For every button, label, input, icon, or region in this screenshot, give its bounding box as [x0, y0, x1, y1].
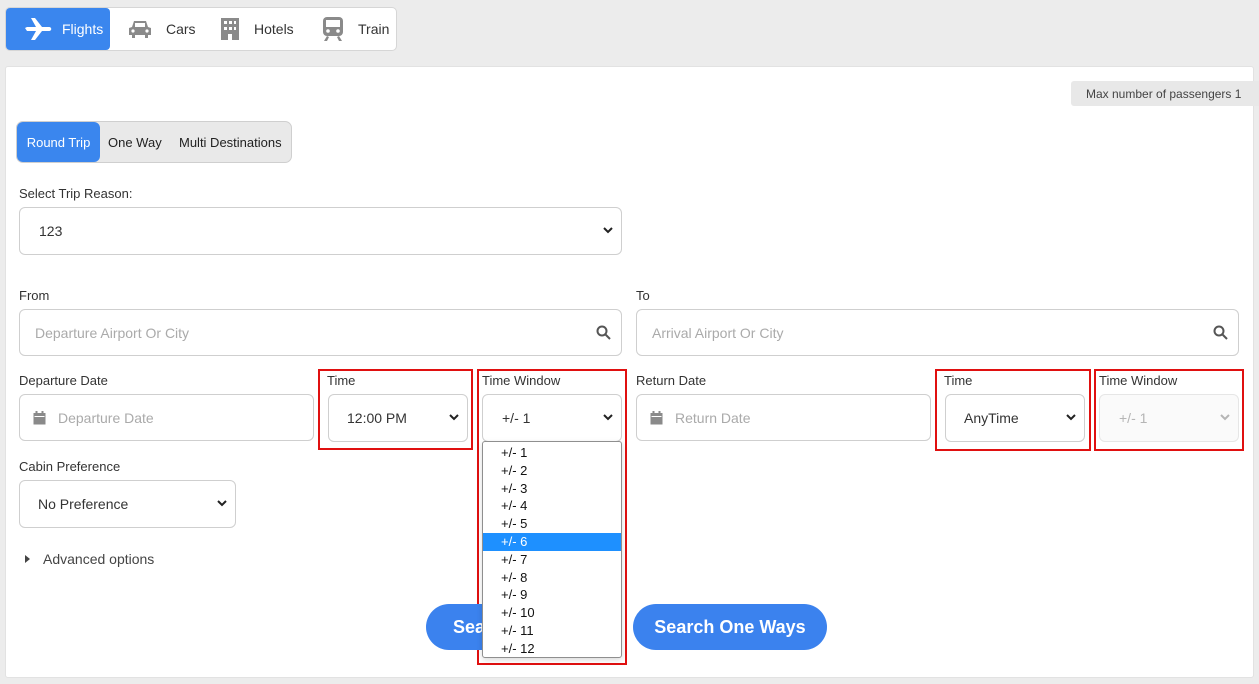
search-one-ways-label: Search One Ways [654, 616, 806, 637]
one-way-button[interactable]: One Way [108, 122, 168, 162]
tab-cars-label: Cars [166, 21, 196, 37]
return-time-window-value: +/- 1 [1119, 410, 1148, 426]
tab-train[interactable]: Train [322, 8, 396, 50]
departure-time-select[interactable]: 12:00 PM [328, 394, 468, 442]
departure-date-input[interactable]: Departure Date [19, 394, 314, 441]
tab-hotels[interactable]: Hotels [220, 8, 310, 50]
trip-reason-value: 123 [39, 223, 63, 239]
search-round-trip-label: Sea [453, 616, 486, 637]
time-window-option[interactable]: +/- 1 [483, 444, 621, 462]
time-window-option[interactable]: +/- 11 [483, 622, 621, 640]
multi-destinations-button[interactable]: Multi Destinations [179, 122, 289, 162]
time-window-option[interactable]: +/- 4 [483, 497, 621, 515]
time-window-option[interactable]: +/- 12 [483, 640, 621, 657]
chevron-down-icon [449, 414, 459, 421]
departure-time-label: Time [327, 373, 356, 388]
search-one-ways-button[interactable]: Search One Ways [633, 604, 827, 650]
advanced-options-label: Advanced options [43, 551, 155, 567]
search-icon [596, 325, 611, 340]
chevron-down-icon [603, 227, 613, 234]
calendar-icon [33, 410, 46, 424]
chevron-down-icon [603, 414, 613, 421]
tab-cars[interactable]: Cars [128, 8, 208, 50]
tab-hotels-label: Hotels [254, 21, 294, 37]
caret-right-icon [25, 555, 30, 563]
return-time-window-label: Time Window [1099, 373, 1178, 388]
tab-flights[interactable]: Flights [6, 8, 110, 50]
chevron-down-icon [217, 500, 227, 507]
time-window-dropdown-list: +/- 1 +/- 2 +/- 3 +/- 4 +/- 5 +/- 6 +/- 7 +/- 8… [482, 441, 622, 658]
departure-date-placeholder: Departure Date [58, 409, 154, 426]
departure-time-value: 12:00 PM [347, 410, 407, 426]
time-window-option[interactable]: +/- 8 [483, 569, 621, 587]
return-time-value: AnyTime [964, 410, 1019, 426]
from-placeholder: Departure Airport Or City [35, 324, 190, 341]
advanced-options-toggle[interactable]: Advanced options [24, 551, 154, 567]
travel-mode-tabs: Flights Cars Hotels Train [5, 7, 397, 51]
to-input[interactable]: Arrival Airport Or City [636, 309, 1239, 356]
time-window-option[interactable]: +/- 2 [483, 462, 621, 480]
trip-reason-label: Select Trip Reason: [19, 186, 133, 201]
round-trip-button[interactable]: Round Trip [17, 122, 100, 162]
chevron-down-icon [1220, 414, 1230, 421]
time-window-option[interactable]: +/- 7 [483, 551, 621, 569]
return-time-window-select[interactable]: +/- 1 [1099, 394, 1239, 442]
car-icon [128, 19, 152, 39]
airplane-icon [24, 17, 52, 41]
calendar-icon [650, 410, 663, 424]
time-window-option[interactable]: +/- 6 [483, 532, 621, 551]
from-label: From [19, 288, 50, 303]
departure-time-window-label: Time Window [482, 373, 561, 388]
chevron-down-icon [1066, 414, 1076, 421]
departure-time-window-value: +/- 1 [502, 410, 531, 426]
tab-train-label: Train [358, 21, 390, 37]
tab-flights-label: Flights [62, 21, 104, 37]
to-label: To [636, 288, 650, 303]
return-date-placeholder: Return Date [675, 409, 751, 426]
departure-time-window-select[interactable]: +/- 1 [482, 394, 622, 442]
from-input[interactable]: Departure Airport Or City [19, 309, 622, 356]
cabin-preference-label: Cabin Preference [19, 459, 121, 474]
to-placeholder: Arrival Airport Or City [652, 324, 784, 341]
time-window-option[interactable]: +/- 10 [483, 604, 621, 622]
time-window-option[interactable]: +/- 5 [483, 515, 621, 533]
max-passengers-badge: Max number of passengers 1 [1071, 81, 1259, 106]
time-window-option[interactable]: +/- 3 [483, 480, 621, 498]
departure-date-label: Departure Date [19, 373, 108, 388]
return-time-label: Time [944, 373, 973, 388]
time-window-option[interactable]: +/- 9 [483, 586, 621, 604]
return-time-select[interactable]: AnyTime [945, 394, 1085, 442]
cabin-preference-value: No Preference [38, 496, 129, 512]
hotel-icon [220, 17, 240, 41]
search-icon [1213, 325, 1228, 340]
train-icon [322, 16, 344, 42]
trip-type-selector: Round Trip One Way Multi Destinations [16, 121, 292, 163]
return-date-input[interactable]: Return Date [636, 394, 931, 441]
trip-reason-select[interactable]: 123 [19, 207, 622, 255]
cabin-preference-select[interactable]: No Preference [19, 480, 236, 528]
return-date-label: Return Date [636, 373, 707, 388]
